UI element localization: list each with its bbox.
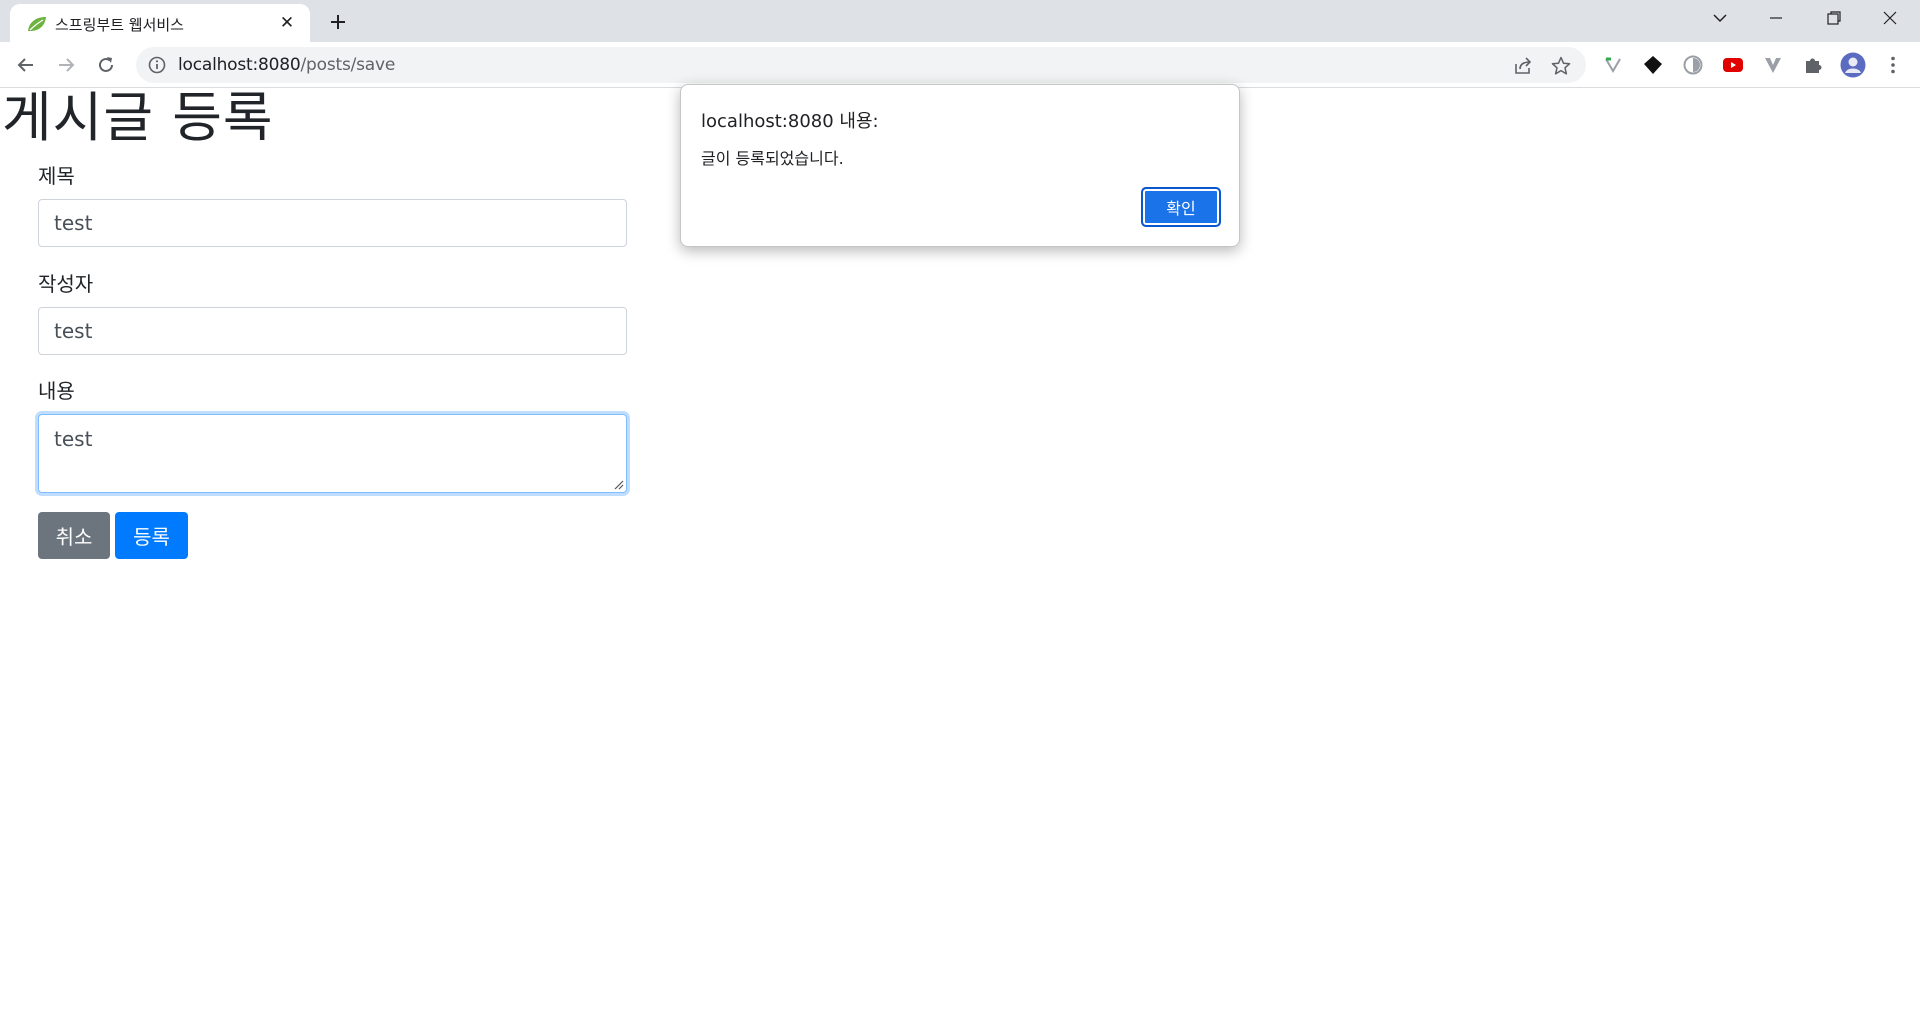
url-text[interactable]: localhost:8080/posts/save [178,55,395,75]
page-title: 게시글 등록 [2,86,274,149]
dialog-ok-button[interactable]: 확인 [1141,187,1221,227]
extension-green-arrow-icon[interactable] [1602,54,1624,76]
extension-black-diamond-icon[interactable] [1642,54,1664,76]
new-tab-icon[interactable] [324,8,352,36]
browser-toolbar: localhost:8080/posts/save [0,42,1920,88]
alert-dialog: localhost:8080 내용: 글이 등록되었습니다. 확인 [680,84,1240,247]
content-textarea[interactable]: test [38,414,627,493]
extension-v-icon[interactable] [1762,54,1784,76]
share-icon[interactable] [1512,55,1534,77]
resize-grip-icon[interactable] [612,478,624,490]
submit-button[interactable]: 등록 [115,512,188,559]
spring-leaf-icon [28,17,46,31]
dialog-title: localhost:8080 내용: [701,111,879,132]
profile-avatar-icon[interactable] [1840,52,1866,78]
minimize-icon[interactable] [1748,0,1804,38]
browser-tab[interactable]: 스프링부트 웹서비스 ✕ [10,4,310,42]
content-label: 내용 [38,379,75,403]
cancel-button[interactable]: 취소 [38,512,110,559]
puzzle-icon[interactable] [1802,54,1824,76]
url-host: localhost:8080 [178,55,301,75]
back-icon[interactable] [12,51,40,79]
url-path: /posts/save [300,55,396,75]
dialog-message: 글이 등록되었습니다. [701,149,844,168]
tab-strip: 스프링부트 웹서비스 ✕ [0,0,1920,42]
address-bar[interactable]: localhost:8080/posts/save [136,47,1586,83]
kebab-menu-icon[interactable] [1882,54,1904,76]
tab-title: 스프링부트 웹서비스 [55,16,184,34]
restore-icon[interactable] [1806,0,1862,38]
author-input[interactable] [38,307,627,355]
reload-icon[interactable] [92,51,120,79]
tab-close-icon[interactable]: ✕ [278,14,296,32]
title-label: 제목 [38,164,75,188]
extension-youtube-icon[interactable] [1722,54,1744,76]
info-icon[interactable] [148,56,166,74]
close-window-icon[interactable] [1862,0,1918,38]
tab-search-chevron-icon[interactable] [1692,0,1748,38]
title-input[interactable] [38,199,627,247]
author-label: 작성자 [38,272,94,296]
forward-icon[interactable] [52,51,80,79]
bookmark-star-icon[interactable] [1550,55,1572,77]
extension-shield-icon[interactable] [1682,54,1704,76]
